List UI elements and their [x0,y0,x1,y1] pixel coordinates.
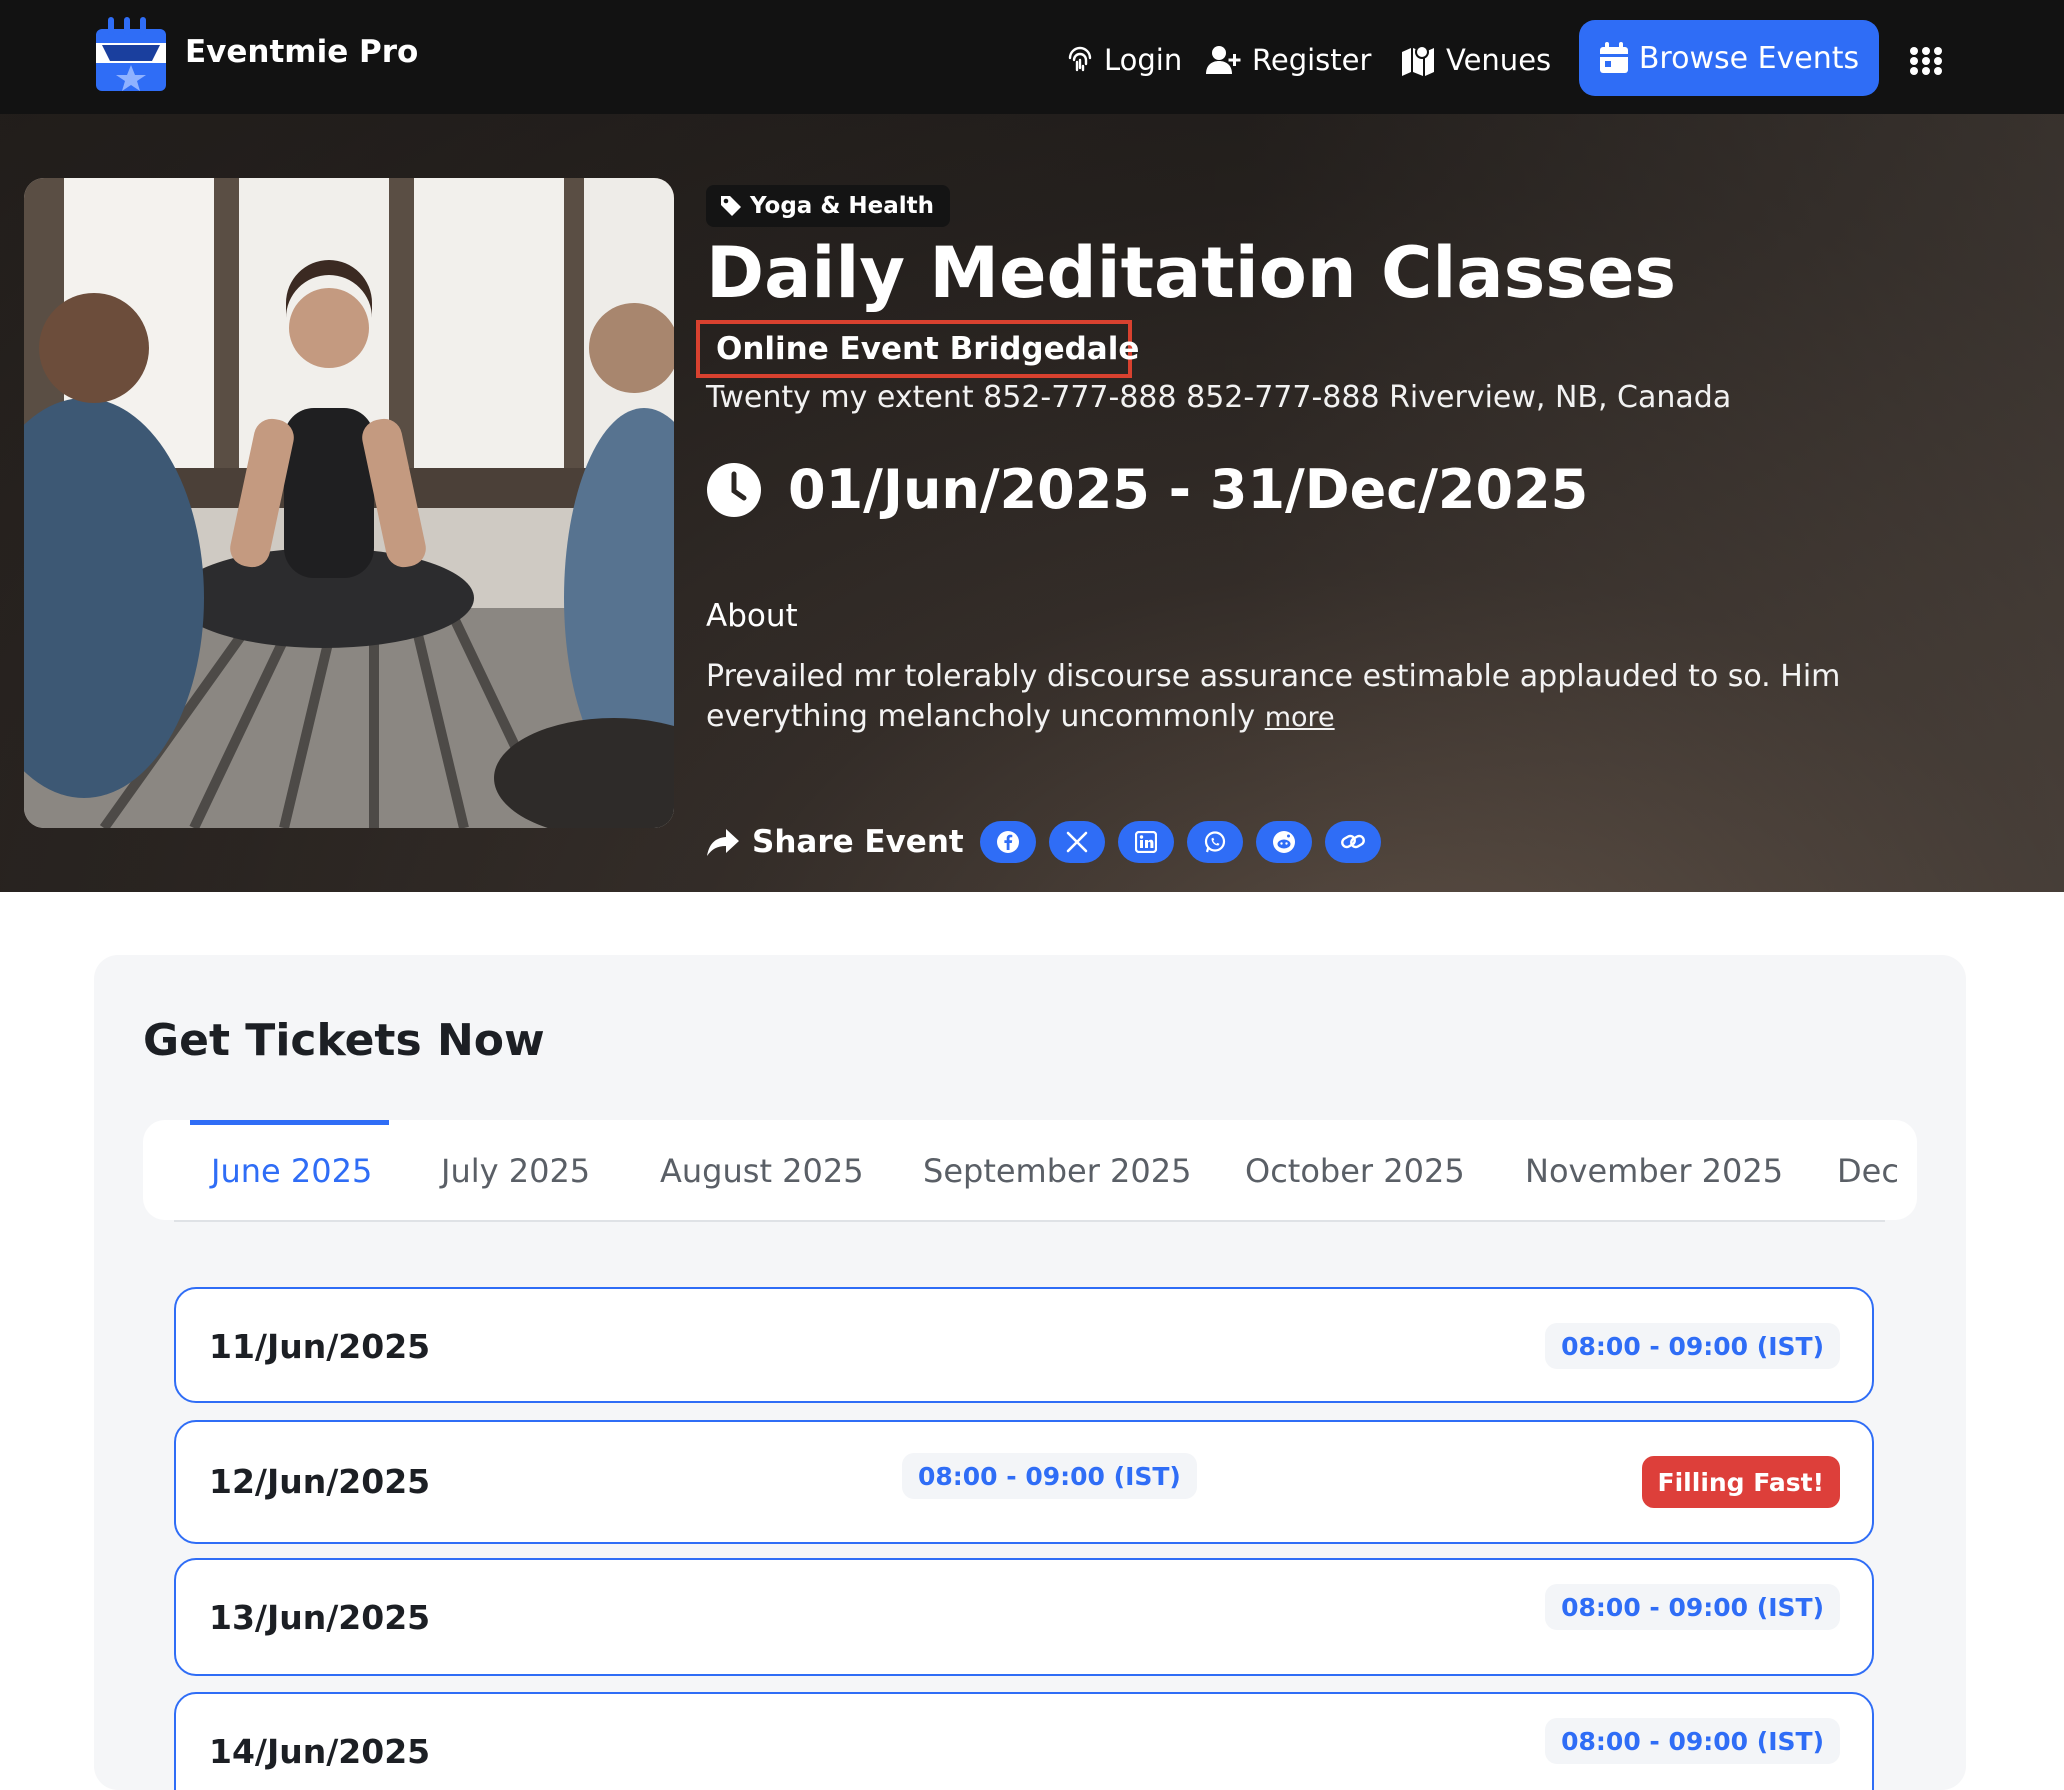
about-heading: About [706,598,798,634]
tab-december-2025[interactable]: Dec [1837,1152,1899,1190]
event-image [24,178,674,828]
time-slot-badge: 08:00 - 09:00 (IST) [1545,1323,1840,1369]
reddit-icon[interactable] [1255,821,1312,863]
browse-events-label: Browse Events [1638,40,1860,76]
time-slot-badge: 08:00 - 09:00 (IST) [1545,1584,1840,1630]
date-row[interactable]: 13/Jun/2025 08:00 - 09:00 (IST) [174,1558,1874,1676]
event-hero: Yoga & Health Daily Meditation Classes O… [0,114,2064,892]
category-label: Yoga & Health [750,193,935,219]
facebook-icon[interactable] [979,821,1036,863]
tab-november-2025[interactable]: November 2025 [1525,1152,1783,1190]
date-label: 13/Jun/2025 [209,1598,431,1637]
month-tabs: June 2025 July 2025 August 2025 Septembe… [143,1120,1917,1220]
fingerprint-icon [1068,46,1092,72]
nav-login-link[interactable]: Login [1066,38,1182,82]
read-more-link[interactable]: more [1265,702,1335,733]
linkedin-icon[interactable] [1117,821,1174,863]
about-description: Prevailed mr tolerably discourse assuran… [706,657,1996,738]
tab-august-2025[interactable]: August 2025 [660,1152,864,1190]
brand-logo-icon[interactable] [94,15,168,94]
nav-venues-link[interactable]: Venues [1400,38,1551,82]
event-title: Daily Meditation Classes [706,232,1677,314]
tab-july-2025[interactable]: July 2025 [441,1152,590,1190]
date-label: 14/Jun/2025 [209,1732,431,1771]
user-plus-icon [1206,46,1241,74]
nav-register-label: Register [1252,43,1372,77]
event-details: Yoga & Health Daily Meditation Classes O… [696,114,2006,892]
x-twitter-icon[interactable] [1048,821,1105,863]
online-event-venue[interactable]: Online Event Bridgedale [696,320,1139,378]
date-row[interactable]: 14/Jun/2025 08:00 - 09:00 (IST) [174,1692,1874,1790]
event-address: Twenty my extent 852-777-888 852-777-888… [706,380,1732,415]
tickets-heading: Get Tickets Now [143,1015,545,1066]
apps-grid-icon[interactable] [1909,46,1943,76]
filling-fast-badge: Filling Fast! [1641,1456,1840,1508]
tab-october-2025[interactable]: October 2025 [1245,1152,1465,1190]
time-slot-badge: 08:00 - 09:00 (IST) [1545,1718,1840,1764]
clock-icon [707,462,761,517]
copy-link-icon[interactable] [1324,821,1381,863]
tab-september-2025[interactable]: September 2025 [923,1152,1191,1190]
share-event-bar: Share Event [706,814,1394,870]
date-label: 11/Jun/2025 [209,1327,431,1366]
date-row[interactable]: 11/Jun/2025 08:00 - 09:00 (IST) [174,1287,1874,1403]
tab-june-2025[interactable]: June 2025 [211,1152,372,1190]
category-badge[interactable]: Yoga & Health [706,185,951,227]
event-date-range: 01/Jun/2025 - 31/Dec/2025 [706,458,1588,521]
date-label: 12/Jun/2025 [209,1462,431,1501]
online-venue-label: Online Event Bridgedale [716,331,1140,367]
share-icon [707,829,739,856]
time-slot-badge: 08:00 - 09:00 (IST) [902,1453,1197,1499]
date-range-label: 01/Jun/2025 - 31/Dec/2025 [788,458,1589,521]
active-tab-indicator [190,1120,389,1125]
top-navbar: Eventmie Pro Login Register Venues Brows… [0,0,2064,114]
map-icon [1402,45,1434,76]
tab-divider [174,1220,1885,1222]
nav-register-link[interactable]: Register [1206,38,1371,82]
brand-name[interactable]: Eventmie Pro [185,34,418,70]
get-tickets-section: Get Tickets Now June 2025 July 2025 Augu… [94,955,1966,1790]
nav-login-label: Login [1104,43,1183,77]
date-row[interactable]: 12/Jun/2025 08:00 - 09:00 (IST) Filling … [174,1420,1874,1544]
calendar-icon [1599,42,1628,73]
nav-venues-label: Venues [1446,43,1552,77]
share-event-label: Share Event [752,824,964,860]
tag-icon [721,196,741,216]
whatsapp-icon[interactable] [1186,821,1243,863]
browse-events-button[interactable]: Browse Events [1579,20,1879,96]
